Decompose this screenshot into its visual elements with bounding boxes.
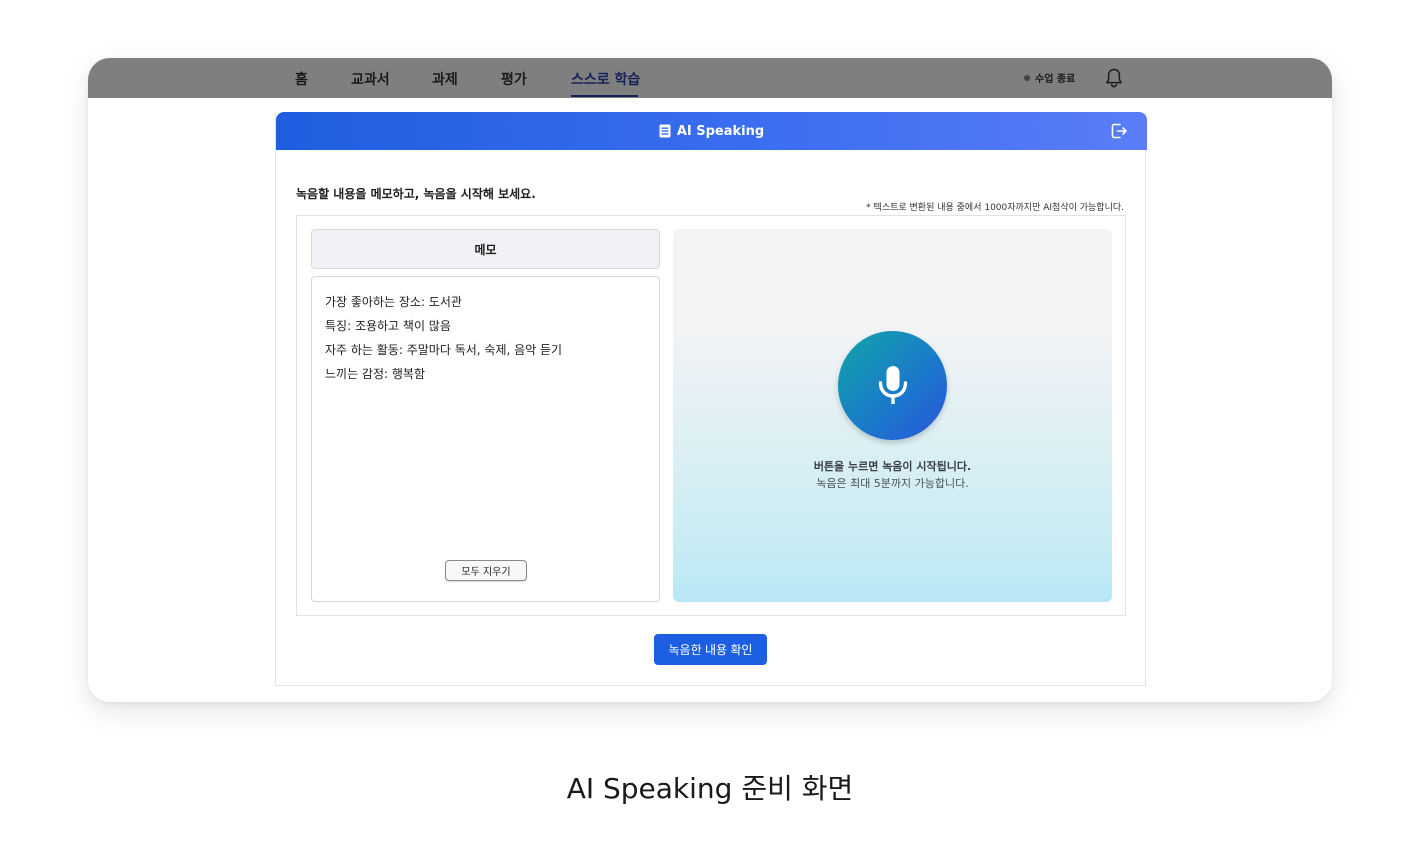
- end-class-label: 수업 종료: [1035, 74, 1076, 85]
- panel-title: AI Speaking: [276, 112, 1147, 150]
- recording-area: 버튼을 누르면 녹음이 시작됩니다. 녹음은 최대 5분까지 가능합니다.: [673, 229, 1112, 602]
- status-dot-icon: [1024, 74, 1030, 81]
- nav-item-textbook[interactable]: 교과서: [351, 69, 390, 89]
- screen-caption: AI Speaking 준비 화면: [566, 772, 854, 805]
- work-area: 메모 가장 좋아하는 장소: 도서관 특징: 조용하고 책이 많음 자주 하는 …: [296, 215, 1126, 616]
- memo-heading: 메모: [311, 229, 660, 269]
- bell-icon[interactable]: [1104, 67, 1124, 89]
- clear-all-button[interactable]: 모두 지우기: [445, 560, 527, 581]
- memo-line: 느끼는 감정: 행복함: [325, 367, 425, 381]
- end-class-button[interactable]: 수업 종료: [1024, 70, 1075, 85]
- confirm-recording-button[interactable]: 녹음한 내용 확인: [654, 634, 767, 665]
- instruction-text: 녹음할 내용을 메모하고, 녹음을 시작해 보세요.: [296, 187, 536, 201]
- ai-limit-notice: * 텍스트로 변환된 내용 중에서 1000자까지만 AI첨삭이 가능합니다.: [866, 203, 1124, 213]
- panel-header: AI Speaking: [276, 112, 1147, 150]
- nav-item-home[interactable]: 홈: [295, 69, 308, 89]
- memo-textarea[interactable]: 가장 좋아하는 장소: 도서관 특징: 조용하고 책이 많음 자주 하는 활동:…: [311, 276, 660, 602]
- microphone-icon: [878, 365, 907, 404]
- record-button[interactable]: [838, 331, 947, 440]
- memo-line: 특징: 조용하고 책이 많음: [325, 319, 451, 333]
- active-tab-underline: [571, 95, 638, 97]
- ai-speaking-panel: AI Speaking 녹음할 내용을 메모하고, 녹음을 시작해 보세요. *…: [275, 112, 1147, 686]
- memo-line: 자주 하는 활동: 주말마다 독서, 숙제, 음악 듣기: [325, 343, 563, 357]
- nav-item-assignment[interactable]: 과제: [432, 69, 458, 89]
- nav-item-evaluation[interactable]: 평가: [501, 69, 527, 89]
- nav-item-self-study[interactable]: 스스로 학습: [571, 69, 640, 89]
- record-time-limit: 녹음은 최대 5분까지 가능합니다.: [816, 477, 969, 490]
- record-instruction: 버튼을 누르면 녹음이 시작됩니다.: [813, 460, 972, 473]
- memo-content: 가장 좋아하는 장소: 도서관 특징: 조용하고 책이 많음 자주 하는 활동:…: [325, 294, 562, 390]
- panel-title-text: AI Speaking: [676, 123, 765, 139]
- memo-line: 가장 좋아하는 장소: 도서관: [325, 295, 462, 309]
- top-navigation: 홈 교과서 과제 평가 스스로 학습 수업 종료: [88, 58, 1332, 98]
- document-icon: [659, 124, 671, 138]
- exit-icon[interactable]: [1109, 121, 1129, 141]
- app-frame: 홈 교과서 과제 평가 스스로 학습 수업 종료 AI Speaking 녹음할…: [88, 58, 1332, 702]
